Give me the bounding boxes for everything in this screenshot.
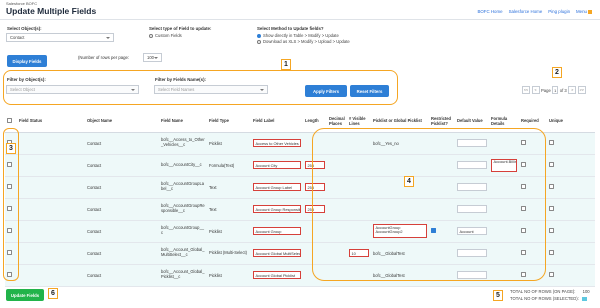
field-name-cell: bofc__AccountGroup__c: [159, 220, 207, 243]
field-label-input[interactable]: Account City: [253, 161, 301, 169]
page-title: Update Multiple Fields: [6, 6, 97, 16]
object-name-cell: Contact: [85, 242, 159, 265]
method-option-xls[interactable]: Download as XLS > Modify > Upload > Upda…: [257, 39, 350, 44]
chevron-down-icon: [131, 88, 135, 91]
link-bofc-home[interactable]: BOFC Home: [477, 9, 502, 14]
field-type-cell: Picklist: [207, 264, 251, 287]
object-name-cell: Contact: [85, 264, 159, 287]
filter-objects-dropdown[interactable]: Select Object: [6, 85, 139, 94]
field-type-label: Select type of Field to update:: [149, 26, 212, 31]
top-nav-links: BOFC Home Salesforce Home Ping plugin Me…: [477, 9, 592, 14]
field-type-cell: Text: [207, 198, 251, 221]
select-all-checkbox[interactable]: [7, 118, 12, 123]
unique-checkbox[interactable]: [549, 184, 554, 189]
callout-badge-6: 6: [48, 288, 58, 299]
rows-per-page-label: (Number of rows per page:: [78, 55, 130, 60]
selected-color-swatch: [581, 296, 587, 301]
field-status-cell: [17, 242, 85, 265]
total-rows-selected: TOTAL NO OF ROWS (SELECTED):: [510, 296, 587, 301]
prev-page-button[interactable]: <: [531, 86, 540, 94]
column-header: Object Name: [85, 110, 159, 133]
radio-method-xls[interactable]: [257, 39, 261, 44]
object-name-cell: Contact: [85, 132, 159, 155]
apply-filters-button[interactable]: Apply Filters: [305, 85, 347, 97]
unique-checkbox[interactable]: [549, 228, 554, 233]
select-objects-label: Select Object(s):: [7, 26, 42, 31]
field-name-cell: bofc__AccountGroupLabel__c: [159, 176, 207, 199]
field-label-input[interactable]: Account Global MultiSelect: [253, 249, 301, 257]
header-divider: [0, 19, 600, 20]
link-ping-plugin[interactable]: Ping plugin: [548, 9, 570, 14]
unique-checkbox[interactable]: [549, 272, 554, 277]
select-objects-dropdown[interactable]: Contact: [6, 33, 114, 42]
link-salesforce-home[interactable]: Salesforce Home: [509, 9, 543, 14]
field-name-cell: bofc__Account_Global_MultiSelect__c: [159, 242, 207, 265]
field-type-cell: Formula(Text): [207, 154, 251, 177]
callout-badge-5: 5: [493, 290, 503, 301]
object-name-cell: Contact: [85, 176, 159, 199]
field-status-cell: [17, 220, 85, 243]
total-rows-on-page-value: 100: [582, 289, 590, 294]
update-fields-button[interactable]: Update Fields: [6, 289, 44, 301]
menu-icon: [588, 9, 592, 14]
reset-filters-button[interactable]: Reset Filters: [350, 85, 389, 97]
next-page-button[interactable]: >: [568, 86, 577, 94]
field-name-cell: bofc__AccountGroupResponsible__c: [159, 198, 207, 221]
callout-badge-1: 1: [281, 59, 291, 70]
field-type-cell: Text: [207, 176, 251, 199]
filter-objects-label: Filter by Object(s):: [7, 77, 46, 82]
field-name-cell: bofc__AccountCity__c: [159, 154, 207, 177]
field-type-cell: Picklist: [207, 132, 251, 155]
field-label-input[interactable]: Account Group Responsible: [253, 205, 301, 213]
field-label-input[interactable]: Account Group Label: [253, 183, 301, 191]
link-menu[interactable]: Menu: [576, 9, 592, 14]
page-number-input[interactable]: 1: [552, 86, 559, 94]
radio-custom-fields[interactable]: [149, 33, 153, 38]
field-label-input[interactable]: Account Group: [253, 227, 301, 235]
custom-fields-option[interactable]: Custom Fields: [149, 33, 182, 38]
unique-checkbox[interactable]: [549, 206, 554, 211]
chevron-down-icon: [154, 56, 158, 59]
unique-checkbox[interactable]: [549, 140, 554, 145]
filter-names-label: Filter by Fields Name(s):: [155, 77, 206, 82]
field-label-input[interactable]: Account Global Picklist: [253, 271, 301, 279]
column-header: Field Type: [207, 110, 251, 133]
total-rows-on-page: TOTAL NO OF ROWS (ON PAGE): 100: [510, 289, 590, 294]
method-label: Select Method to Update fields?: [257, 26, 324, 31]
field-type-cell: Picklist: [207, 220, 251, 243]
method-option-table[interactable]: Show directly in Table > Modify > Update: [257, 33, 339, 38]
callout-badge-3: 3: [6, 143, 16, 154]
column-header: Field Status: [17, 110, 85, 133]
field-status-cell: [17, 132, 85, 155]
unique-checkbox[interactable]: [549, 162, 554, 167]
callout-badge-2: 2: [552, 67, 562, 78]
column-header: Unique: [547, 110, 595, 133]
radio-method-table[interactable]: [257, 33, 261, 38]
field-status-cell: [17, 264, 85, 287]
callout-frame-editable: [312, 128, 546, 281]
unique-checkbox[interactable]: [549, 250, 554, 255]
object-name-cell: Contact: [85, 198, 159, 221]
field-status-cell: [17, 198, 85, 221]
filter-names-dropdown[interactable]: Select Field Names: [154, 85, 268, 94]
rows-per-page-select[interactable]: 100: [143, 53, 162, 62]
last-page-button[interactable]: >>: [577, 86, 586, 94]
field-label-input[interactable]: Access to Other Vehicles: [253, 139, 301, 147]
pagination: << < Page 1 of 3 > >>: [522, 86, 586, 94]
field-status-cell: [17, 176, 85, 199]
object-name-cell: Contact: [85, 154, 159, 177]
display-fields-button[interactable]: Display Fields: [7, 55, 47, 67]
column-header: Field Label: [251, 110, 303, 133]
field-name-cell: bofc__Access_to_Other_Vehicles__c: [159, 132, 207, 155]
chevron-down-icon: [260, 88, 264, 91]
field-status-cell: [17, 154, 85, 177]
first-page-button[interactable]: <<: [522, 86, 530, 94]
column-header: Field Name: [159, 110, 207, 133]
object-name-cell: Contact: [85, 220, 159, 243]
field-type-cell: Picklist (Multi-Select): [207, 242, 251, 265]
field-name-cell: bofc__Account_Global_Picklist__c: [159, 264, 207, 287]
callout-badge-4: 4: [404, 176, 414, 187]
chevron-down-icon: [106, 36, 110, 39]
